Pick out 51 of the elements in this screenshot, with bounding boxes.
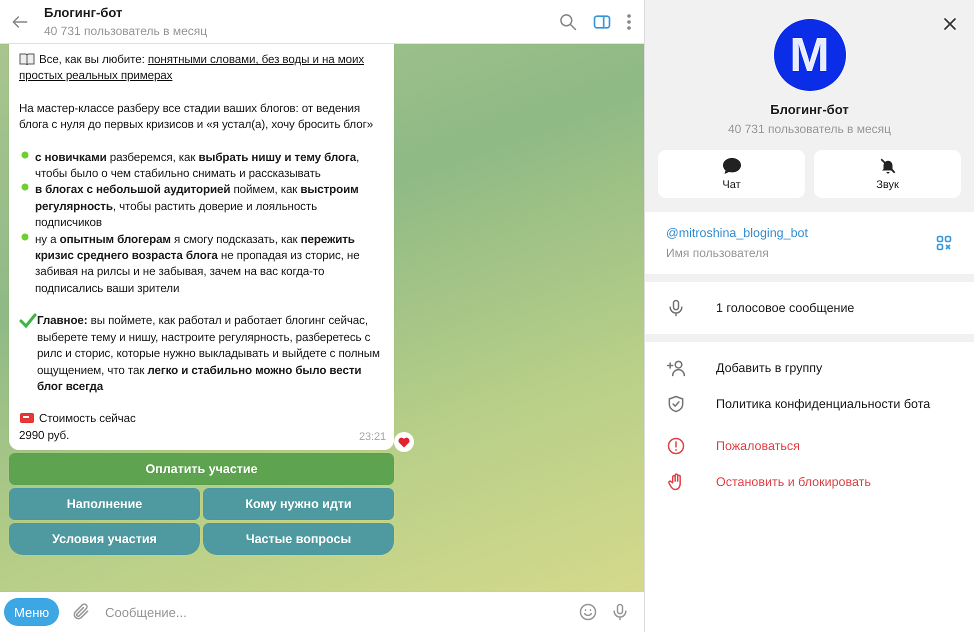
menu-item[interactable]: Добавить в группу (645, 350, 974, 386)
chat-subtitle: 40 731 пользователь в месяц (44, 24, 208, 38)
profile-name: Блогинг-бот (770, 102, 849, 117)
message-text: На мастер-классе разберу все стадии ваших блогов: от ведения блога с нуля до первых кризисов и «я устал(а), хочу бросить блог» (19, 102, 374, 132)
add-user-icon (666, 358, 686, 378)
dot-icon (19, 232, 31, 242)
chat-bubble-icon (722, 157, 742, 175)
username-caption: Имя пользователя (666, 246, 770, 260)
paperclip-icon (71, 602, 92, 622)
dot-icon (19, 182, 31, 192)
keyboard-button[interactable]: Условия участия (9, 523, 200, 556)
warning-icon (666, 436, 686, 456)
menu-item[interactable]: Пожаловаться (645, 428, 974, 464)
dot-icon (19, 150, 31, 160)
message-link[interactable]: понятными словами, без воды и на моих (148, 53, 364, 66)
profile-action-button[interactable]: Чат (658, 150, 805, 198)
book-icon (19, 52, 35, 65)
qr-code-button[interactable] (936, 235, 952, 251)
keyboard-button[interactable]: Оплатить участие (9, 453, 394, 486)
message-text: Все, как вы любите: (39, 53, 145, 66)
muted-bell-icon (878, 157, 896, 175)
message-text: Главное: вы поймете, как работал и работает блогинг сейчас, выберете тему и нишу, настроите регулярность, разберетесь с рилс и сторис, которые нужно выкладывать и выйдете с полным ощущением, что так легко и стабильно можно было вести блог всегда (37, 313, 381, 395)
shield-check-icon (666, 394, 686, 414)
username-link[interactable]: @mitroshina_bloging_bot (666, 226, 936, 240)
attach-button[interactable] (71, 602, 92, 622)
avatar-logo: M (774, 19, 846, 91)
menu-item[interactable]: Остановить и блокировать (645, 464, 974, 500)
emoji-button[interactable] (578, 602, 598, 622)
check-icon (19, 313, 37, 328)
message-text: Стоимость сейчас (39, 412, 136, 426)
search-button[interactable] (558, 12, 578, 32)
message-link[interactable]: простых реальных примерах (19, 69, 172, 82)
more-button[interactable] (626, 12, 632, 30)
keyboard-button[interactable]: Частые вопросы (203, 523, 394, 556)
heart-icon (398, 436, 410, 448)
card-icon (19, 412, 35, 424)
reaction-badge[interactable] (394, 432, 414, 452)
menu-item[interactable]: Политика конфиденциальности бота (645, 386, 974, 422)
profile-action-button[interactable]: Звук (814, 150, 961, 198)
price-text: 2990 руб. (19, 428, 70, 442)
chat-title: Блогинг-бот (44, 5, 124, 20)
keyboard-button[interactable]: Кому нужно идти (203, 488, 394, 520)
qr-code-icon (936, 235, 952, 251)
message-text: ну а опытным блогерам я смогу подсказать, как пережить кризис среднего возраста блога не пропадая из сторис, не забивая на рилсы и не забывая, зачем на вас когда-то подписались ваши зрители (35, 232, 361, 297)
search-icon (558, 12, 578, 32)
smiley-icon (578, 602, 598, 622)
keyboard-button[interactable]: Наполнение (9, 488, 200, 520)
menu-button[interactable]: Меню (4, 598, 60, 626)
profile-subtitle: 40 731 пользователь в месяц (728, 122, 892, 136)
message-time: 23:21 (358, 430, 386, 445)
more-icon (626, 12, 632, 30)
